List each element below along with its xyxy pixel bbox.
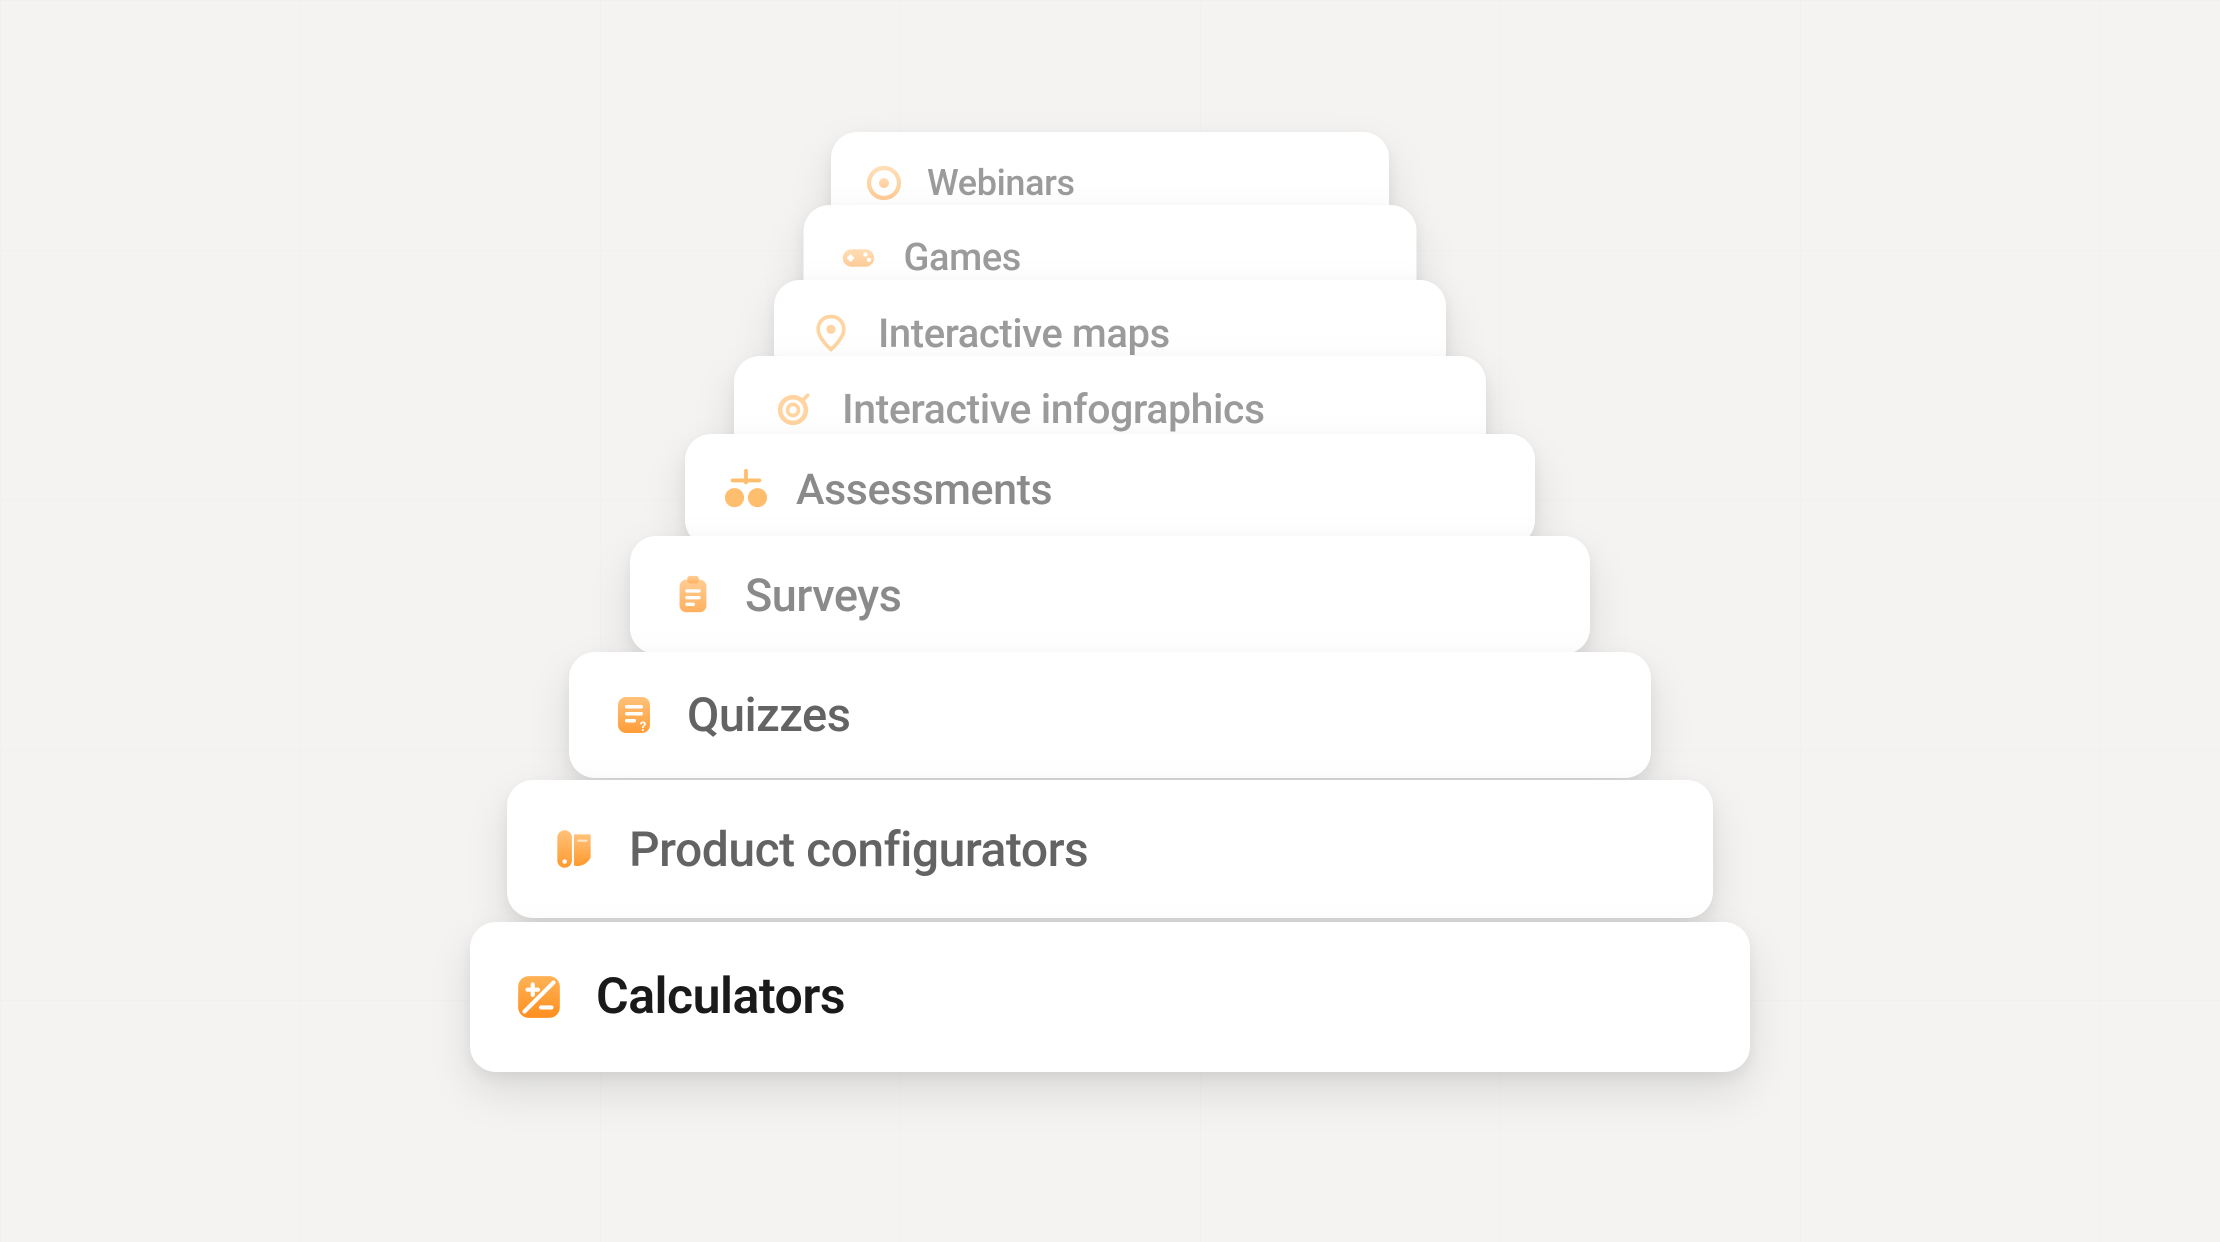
card-label: Interactive infographics bbox=[842, 386, 1265, 434]
card-label: Quizzes bbox=[687, 688, 850, 743]
games-icon bbox=[834, 233, 884, 283]
card-surveys[interactable]: Surveys bbox=[630, 536, 1590, 654]
card-label: Interactive maps bbox=[878, 310, 1170, 357]
surveys-icon bbox=[668, 570, 718, 620]
card-label: Surveys bbox=[745, 569, 901, 622]
card-label: Assessments bbox=[796, 465, 1052, 515]
card-calculators[interactable]: Calculators bbox=[470, 922, 1750, 1072]
product-configurators-icon bbox=[549, 824, 599, 874]
calculators-icon bbox=[514, 972, 564, 1022]
card-assessments[interactable]: Assessments bbox=[685, 434, 1535, 546]
card-label: Calculators bbox=[596, 968, 845, 1026]
card-label: Product configurators bbox=[629, 821, 1088, 878]
svg-text:?: ? bbox=[640, 720, 646, 735]
interactive-infographics-icon bbox=[768, 385, 818, 435]
assessments-icon bbox=[721, 465, 771, 515]
webinars-icon bbox=[859, 158, 909, 208]
canvas: Webinars Games bbox=[0, 0, 2220, 1242]
card-label: Games bbox=[904, 236, 1021, 280]
card-quizzes[interactable]: ? Quizzes bbox=[569, 652, 1651, 778]
card-product-configurators[interactable]: Product configurators bbox=[507, 780, 1713, 918]
interactive-maps-icon bbox=[806, 308, 856, 358]
quizzes-icon: ? bbox=[609, 690, 659, 740]
card-label: Webinars bbox=[927, 162, 1075, 204]
